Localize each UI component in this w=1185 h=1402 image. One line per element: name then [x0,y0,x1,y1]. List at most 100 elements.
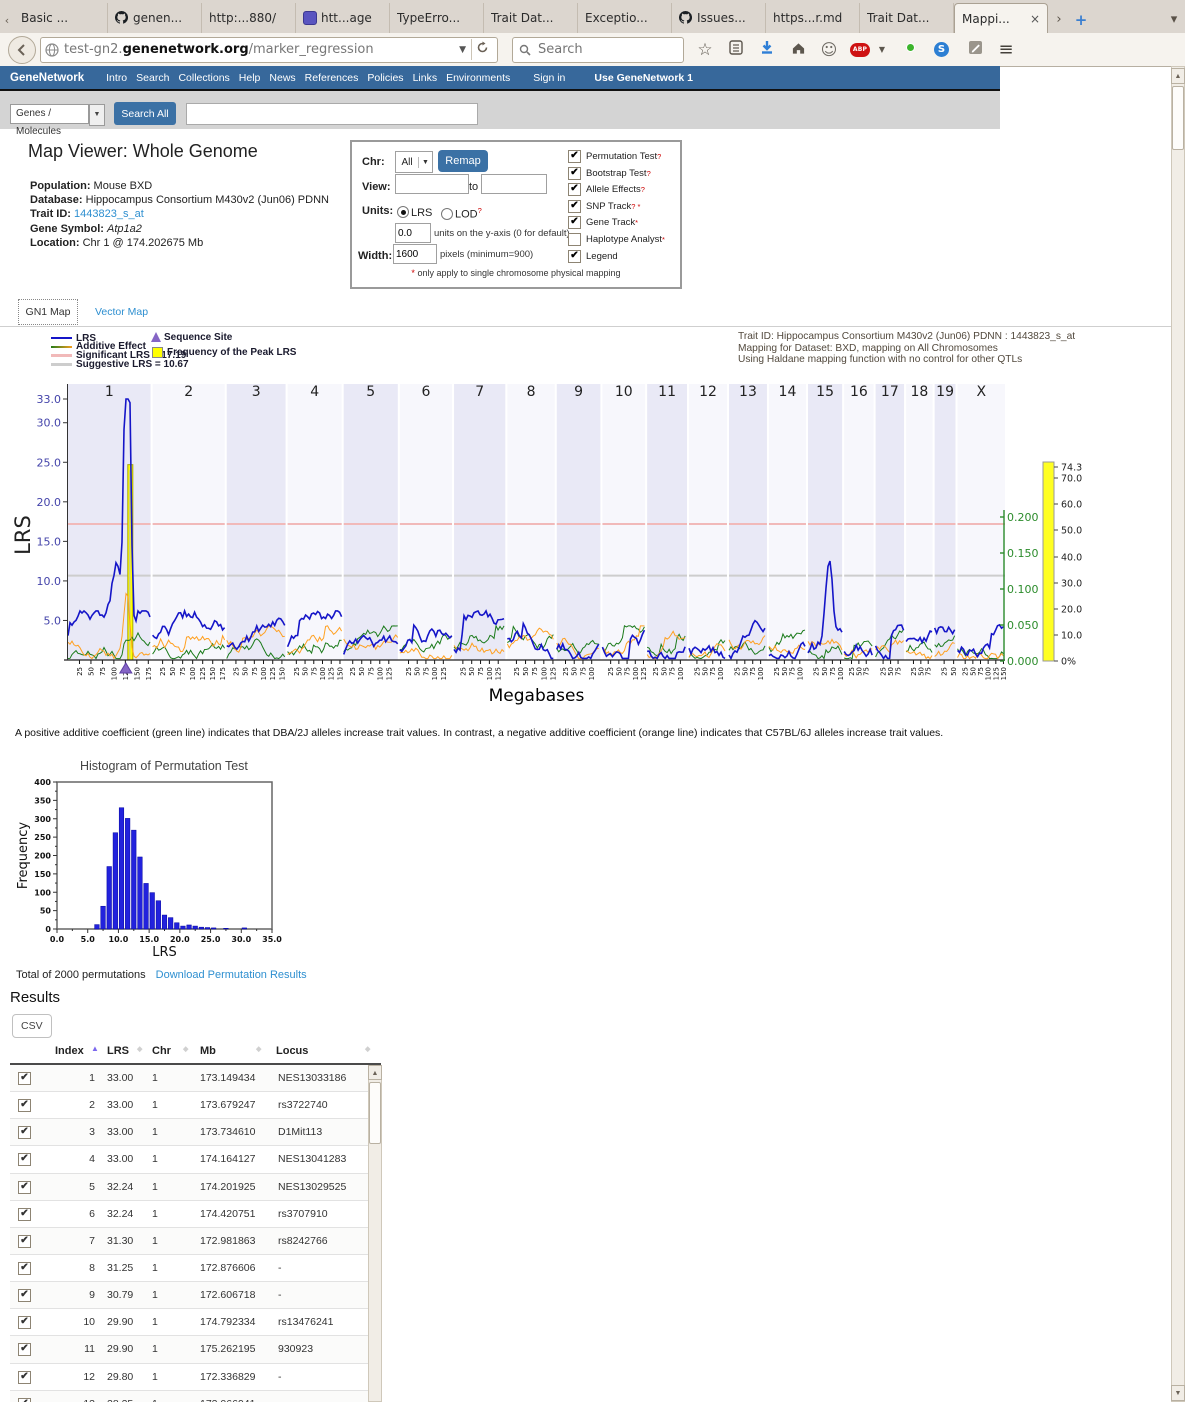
browser-scrollbar-up-icon[interactable]: ▲ [1171,68,1185,84]
browser-tab-trait-dat[interactable]: Trait Dat... [484,3,578,33]
edit-addon-icon[interactable] [965,40,985,59]
svg-text:25: 25 [733,667,741,676]
svg-text:5.0: 5.0 [81,935,96,944]
nav-link-sign-in[interactable]: Sign in [533,72,565,84]
browser-tab-trait-dat[interactable]: Trait Dat... [860,3,954,33]
option-haplotype-analyst[interactable]: Haplotype Analyst * [568,233,665,246]
tab-label: http:...880/ [209,11,288,25]
addon-s-icon[interactable]: S [934,42,954,57]
nav-link-policies[interactable]: Policies [367,72,403,84]
checkbox-icon[interactable]: ✔ [568,183,581,196]
nav-link-environments[interactable]: Environments [446,72,510,84]
url-bar[interactable]: test-gn2.genenetwork.org/marker_regressi… [40,37,498,63]
option-allele-effects[interactable]: ✔Allele Effects ? [568,183,665,196]
trait-id-link[interactable]: 1443823_s_at [74,208,144,220]
browser-tab-htt-age[interactable]: htt...age [296,3,390,33]
col-locus[interactable]: Locus [276,1045,308,1057]
remap-button[interactable]: Remap [438,150,488,172]
browser-search-box[interactable] [512,37,684,63]
checkbox-icon[interactable]: ✔ [568,150,581,163]
table-row: ✔831.251172.876606- [10,1255,381,1282]
tab-close-icon[interactable]: × [1030,12,1040,26]
adblock-dropdown-icon[interactable]: ▼ [872,45,892,54]
browser-tab-issues[interactable]: Issues... [672,3,766,33]
nav-link-help[interactable]: Help [239,72,261,84]
browser-tab-typeerro[interactable]: TypeErro... [390,3,484,33]
search-all-button[interactable]: Search All [114,102,176,125]
messenger-icon[interactable]: ☺ [819,40,839,59]
checkbox-icon[interactable]: ✔ [568,167,581,180]
search-category-dropdown-icon[interactable]: ▼ [89,104,105,126]
tab-gn1-map[interactable]: GN1 Map [18,299,78,325]
url-dropdown-icon[interactable]: ▼ [454,45,471,55]
checkbox-icon[interactable]: ✔ [568,250,581,263]
browser-search-input[interactable] [536,41,650,58]
reading-list-icon[interactable] [726,40,746,59]
browser-tab-basic[interactable]: Basic ... [14,3,108,33]
y-units-input[interactable] [395,223,431,243]
browser-scrollbar-thumb[interactable] [1172,86,1184,150]
row-mb: 172.336829 [200,1371,255,1383]
view-from-input[interactable] [395,174,469,194]
tab-list-dropdown-icon[interactable]: ▾ [1163,7,1185,33]
col-index[interactable]: Index [55,1045,84,1057]
col-chr[interactable]: Chr [152,1045,171,1057]
genenetwork-brand[interactable]: GeneNetwork [10,72,84,84]
sort-icon[interactable]: ◆ [183,1045,188,1053]
browser-tab-exceptio[interactable]: Exceptio... [578,3,672,33]
checkbox-icon[interactable]: ✔ [568,200,581,213]
svg-text:20.0: 20.0 [170,935,190,944]
sort-icon[interactable]: ◆ [137,1045,142,1053]
checkbox-icon[interactable]: ✔ [568,216,581,229]
checkbox-icon[interactable] [568,233,581,246]
units-lod-radio[interactable]: LOD? [441,206,482,221]
reload-button[interactable] [471,39,493,60]
home-icon[interactable] [788,41,808,59]
new-tab-button[interactable]: + [1070,7,1092,33]
tab-vector-map[interactable]: Vector Map [95,306,148,318]
units-lrs-radio[interactable]: LRS [397,206,432,219]
chr-select[interactable]: All▼ [395,151,433,173]
nav-link-collections[interactable]: Collections [178,72,229,84]
csv-button[interactable]: CSV [12,1014,52,1038]
table-scrollbar-up-icon[interactable]: ▲ [368,1065,382,1080]
browser-tab-https-r-md[interactable]: https...r.md [766,3,860,33]
col-lrs[interactable]: LRS [107,1045,129,1057]
tab-scroll-right-icon[interactable]: › [1048,7,1070,33]
sort-asc-icon[interactable]: ▲ [91,1044,99,1053]
nav-link-links[interactable]: Links [413,72,438,84]
browser-tab-mappi[interactable]: Mappi...× [954,3,1048,33]
option-gene-track[interactable]: ✔Gene Track * [568,216,665,229]
use-genenetwork1-link[interactable]: Use GeneNetwork 1 [594,72,693,84]
search-category-select[interactable]: Genes / Molecules [10,104,89,124]
width-input[interactable] [393,244,437,264]
checkbox-label: SNP Track [586,201,631,212]
bookmark-star-icon[interactable]: ☆ [695,40,715,60]
option-snp-track[interactable]: ✔SNP Track ? * [568,200,665,213]
browser-scrollbar-down-icon[interactable]: ▼ [1171,1385,1185,1401]
col-mb[interactable]: Mb [200,1045,216,1057]
browser-tab-http-880[interactable]: http:...880/ [202,3,296,33]
nav-link-references[interactable]: References [305,72,359,84]
table-scrollbar-thumb[interactable] [369,1082,381,1144]
sort-icon[interactable]: ◆ [365,1045,370,1053]
adblock-icon[interactable]: ABP [850,43,870,57]
browser-tab-genen[interactable]: genen... [108,3,202,33]
download-permutation-link[interactable]: Download Permutation Results [156,969,307,981]
nav-link-intro[interactable]: Intro [106,72,127,84]
option-legend[interactable]: ✔Legend [568,250,665,263]
sort-icon[interactable]: ◆ [256,1045,261,1053]
option-bootstrap-test[interactable]: ✔Bootstrap Test ? [568,167,665,180]
downloads-icon[interactable] [757,40,777,59]
nav-link-search[interactable]: Search [136,72,169,84]
width-note: pixels (minimum=900) [440,249,533,260]
tab-scroll-left-icon[interactable]: ‹ [0,9,14,33]
view-to-input[interactable] [481,174,547,194]
option-permutation-test[interactable]: ✔Permutation Test ? [568,150,665,163]
nav-link-news[interactable]: News [269,72,295,84]
back-button[interactable] [8,36,36,64]
menu-icon[interactable]: ≡ [996,39,1016,60]
tab-label: genen... [133,11,194,25]
gn-search-input[interactable] [186,103,478,125]
browser-scrollbar[interactable] [1171,66,1185,1402]
